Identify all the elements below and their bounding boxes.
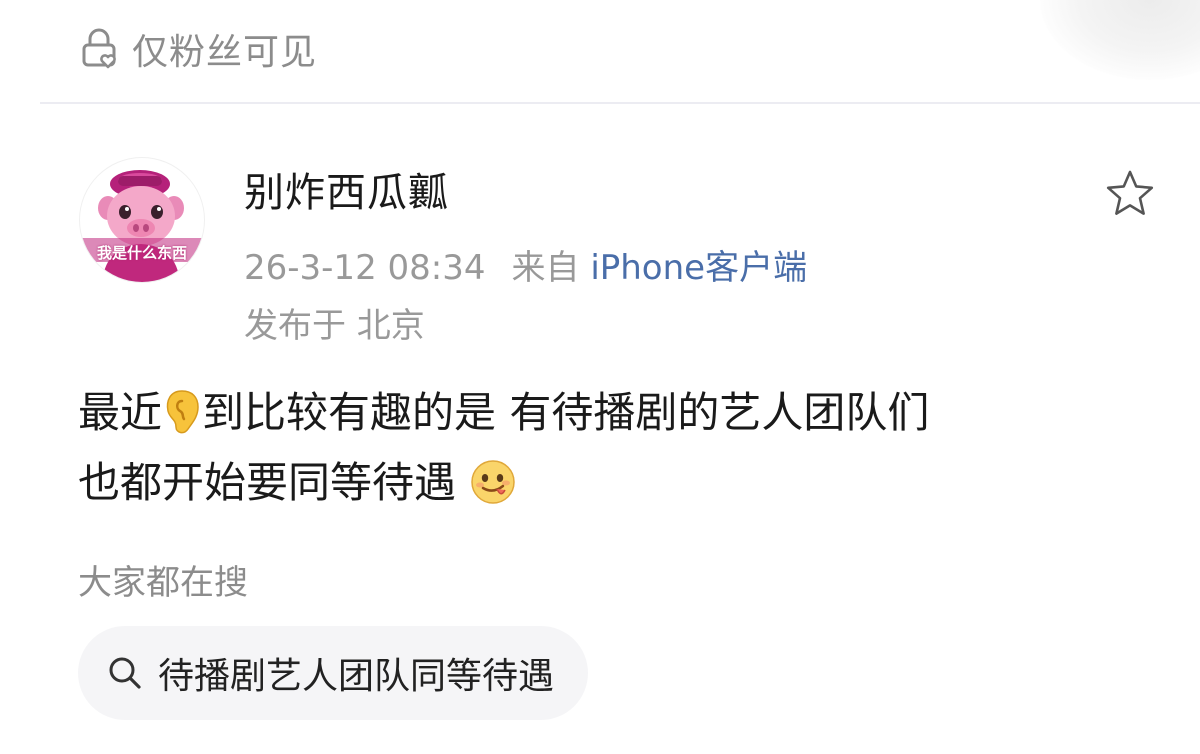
author-name[interactable]: 别炸西瓜瓤 (244, 160, 449, 218)
visibility-label: 仅粉丝可见 (132, 32, 318, 73)
trending-heading: 大家都在搜 (78, 563, 248, 603)
avatar-caption: 我是什么东西 (96, 244, 187, 262)
search-icon (106, 654, 144, 692)
corner-shade (1040, 0, 1200, 80)
star-outline-icon (1102, 166, 1158, 222)
post-timestamp: 26-3-12 08:34 (244, 248, 486, 288)
post-content: 最近 到比较有趣的是 有待播剧的艺人团队们 也都开始要同等待遇 (78, 378, 1158, 518)
trending-search-chip[interactable]: 待播剧艺人团队同等待遇 (78, 626, 589, 720)
visibility-bar: 仅粉丝可见 (78, 22, 317, 76)
post-location: 发布于 北京 (244, 306, 425, 346)
tongue-face-emoji (469, 458, 517, 506)
trending-query: 待播剧艺人团队同等待遇 (158, 656, 555, 697)
post-line-2: 也都开始要同等待遇 (78, 448, 1158, 518)
avatar[interactable]: 我是什么东西 (80, 158, 204, 282)
lock-heart-icon (78, 27, 122, 71)
favorite-button[interactable] (1102, 166, 1158, 222)
post-text: 到比较有趣的是 有待播剧的艺人团队们 (202, 388, 930, 437)
source-app-link[interactable]: iPhone客户端 (590, 248, 807, 288)
ear-emoji (162, 387, 202, 437)
post-text: 也都开始要同等待遇 (78, 458, 457, 507)
post-line-1: 最近 到比较有趣的是 有待播剧的艺人团队们 (78, 378, 1158, 448)
post-meta: 26-3-12 08:34 来自 iPhone客户端 (244, 240, 807, 289)
post-text: 最近 (78, 388, 163, 437)
divider (40, 102, 1200, 104)
source-prefix: 来自 (511, 248, 580, 288)
